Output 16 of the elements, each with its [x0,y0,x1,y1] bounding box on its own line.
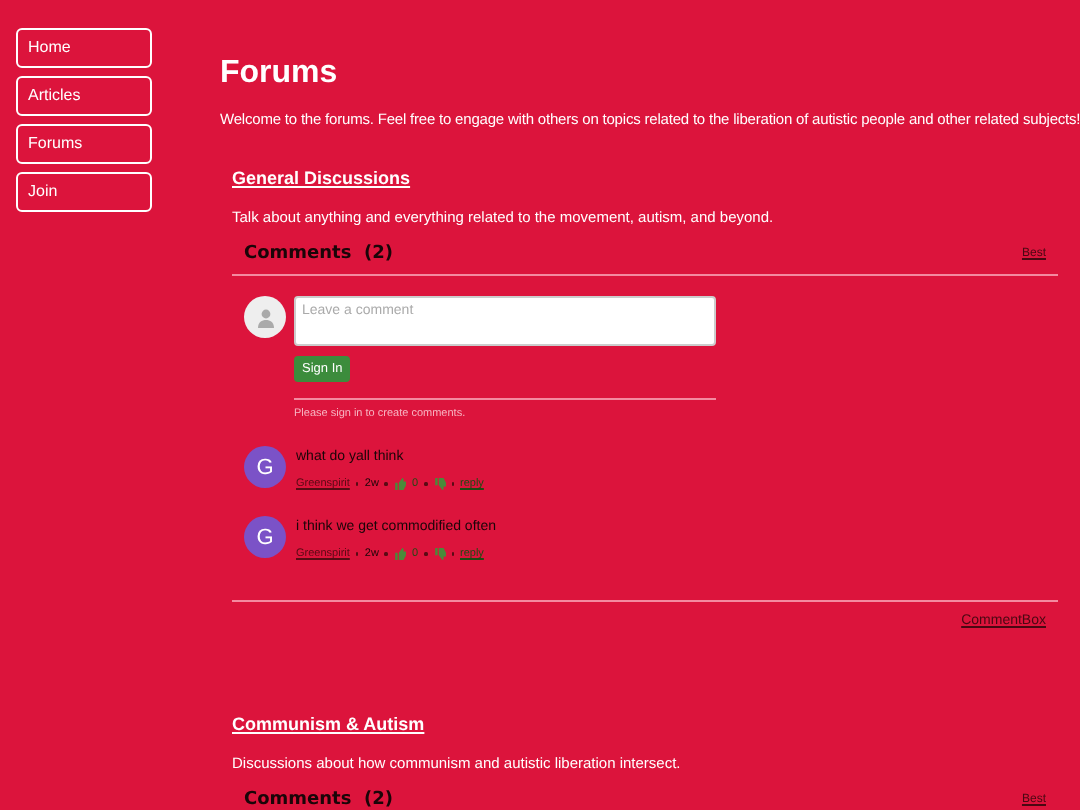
nav-link[interactable]: Articles [16,76,152,116]
nav-link[interactable]: Forums [16,124,152,164]
avatar: G [244,516,286,558]
avatar: G [244,446,286,488]
nav-link[interactable]: Join [16,172,152,212]
topic-link[interactable]: Communism & Autism [232,714,425,734]
user-avatar-icon [244,296,286,338]
comments-heading: Comments (2) [244,790,393,810]
thumbs-down-icon[interactable] [433,548,445,560]
topic-link[interactable]: General Discussions [232,168,411,188]
nav-link[interactable]: Home [16,28,152,68]
page-title: Forums [220,56,340,92]
thumbs-down-icon[interactable] [433,478,445,490]
thumbs-up-icon[interactable] [393,548,406,560]
thumbs-up-icon[interactable] [393,478,406,490]
comments-heading: Comments (2) [244,244,393,264]
